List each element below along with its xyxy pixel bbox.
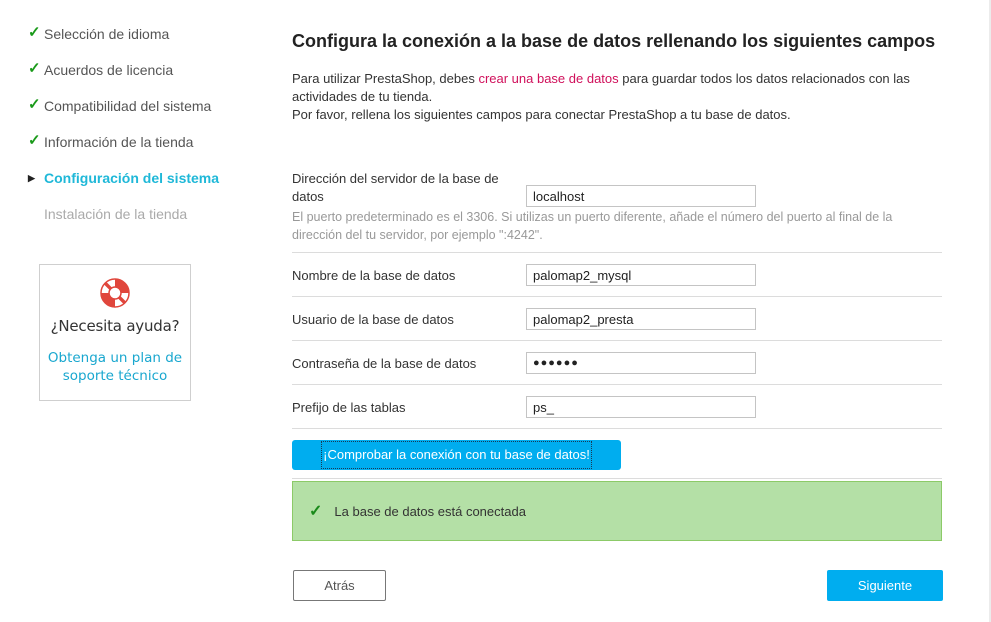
intro-text-line2: Por favor, rellena los siguientes campos… <box>292 107 791 122</box>
server-input[interactable] <box>526 185 756 207</box>
support-plan-link[interactable]: Obtenga un plan de soporte técnico <box>40 349 190 385</box>
step-store-install: Instalación de la tienda <box>28 204 268 240</box>
back-button[interactable]: Atrás <box>293 570 386 601</box>
create-database-link[interactable]: crear una base de datos <box>478 71 618 86</box>
server-hint: El puerto predeterminado es el 3306. Si … <box>292 210 893 242</box>
step-list: ✓ Selección de idioma ✓ Acuerdos de lice… <box>28 24 268 240</box>
prefix-label: Prefijo de las tablas <box>292 400 406 415</box>
user-label: Usuario de la base de datos <box>292 312 454 327</box>
prefix-input[interactable] <box>526 396 756 418</box>
success-alert: ✓ La base de datos está conectada <box>292 481 942 541</box>
server-label: Dirección del servidor de la base de dat… <box>292 171 499 204</box>
step-label: Configuración del sistema <box>44 170 220 186</box>
divider <box>292 478 942 479</box>
step-label: Compatibilidad del sistema <box>44 98 212 114</box>
user-input[interactable] <box>526 308 756 330</box>
checkmark-icon: ✓ <box>28 132 41 149</box>
caret-right-icon: ▶ <box>28 173 35 183</box>
step-store-info: ✓ Información de la tienda <box>28 132 268 168</box>
dbname-label: Nombre de la base de datos <box>292 268 456 283</box>
step-system-config: ▶ Configuración del sistema <box>28 168 268 204</box>
step-label: Instalación de la tienda <box>44 206 188 222</box>
prefix-row: Prefijo de las tablas <box>292 384 942 429</box>
step-compatibility: ✓ Compatibilidad del sistema <box>28 96 268 132</box>
page-title: Configura la conexión a la base de datos… <box>292 31 936 51</box>
step-language: ✓ Selección de idioma <box>28 24 268 60</box>
step-label: Acuerdos de licencia <box>44 62 174 78</box>
checkmark-icon: ✓ <box>309 503 323 520</box>
check-connection-label: ¡Comprobar la conexión con tu base de da… <box>321 441 592 469</box>
help-title: ¿Necesita ayuda? <box>50 317 180 335</box>
check-connection-button[interactable]: ¡Comprobar la conexión con tu base de da… <box>292 440 621 470</box>
help-box[interactable]: ¿Necesita ayuda? Obtenga un plan de sopo… <box>39 264 191 401</box>
success-message: La base de datos está conectada <box>334 503 526 519</box>
password-label: Contraseña de la base de datos <box>292 356 477 371</box>
intro-text-before: Para utilizar PrestaShop, debes <box>292 71 479 86</box>
step-license: ✓ Acuerdos de licencia <box>28 60 268 96</box>
checkmark-icon: ✓ <box>28 96 41 113</box>
step-label: Información de la tienda <box>44 134 194 150</box>
step-label: Selección de idioma <box>44 26 170 42</box>
next-button[interactable]: Siguiente <box>827 570 943 601</box>
dbname-row: Nombre de la base de datos <box>292 252 942 297</box>
lifebuoy-icon <box>100 278 130 308</box>
checkmark-icon: ✓ <box>28 60 41 77</box>
server-row: Dirección del servidor de la base de dat… <box>292 168 942 253</box>
user-row: Usuario de la base de datos <box>292 296 942 341</box>
checkmark-icon: ✓ <box>28 24 41 41</box>
password-input[interactable] <box>526 352 756 374</box>
password-row: Contraseña de la base de datos <box>292 340 942 385</box>
dbname-input[interactable] <box>526 264 756 286</box>
intro-text: Para utilizar PrestaShop, debes crear un… <box>292 70 942 124</box>
